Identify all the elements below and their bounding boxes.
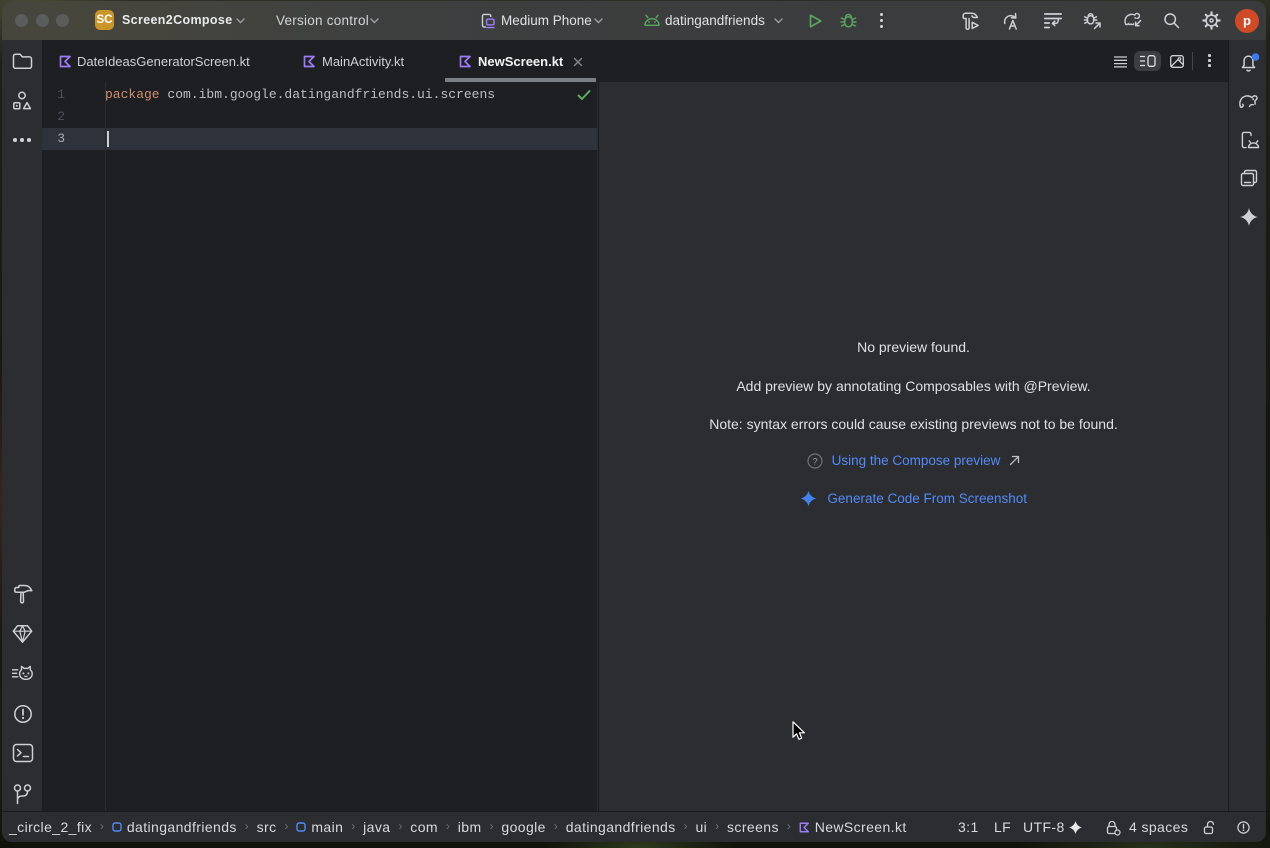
svg-text:?: ? — [812, 456, 817, 467]
